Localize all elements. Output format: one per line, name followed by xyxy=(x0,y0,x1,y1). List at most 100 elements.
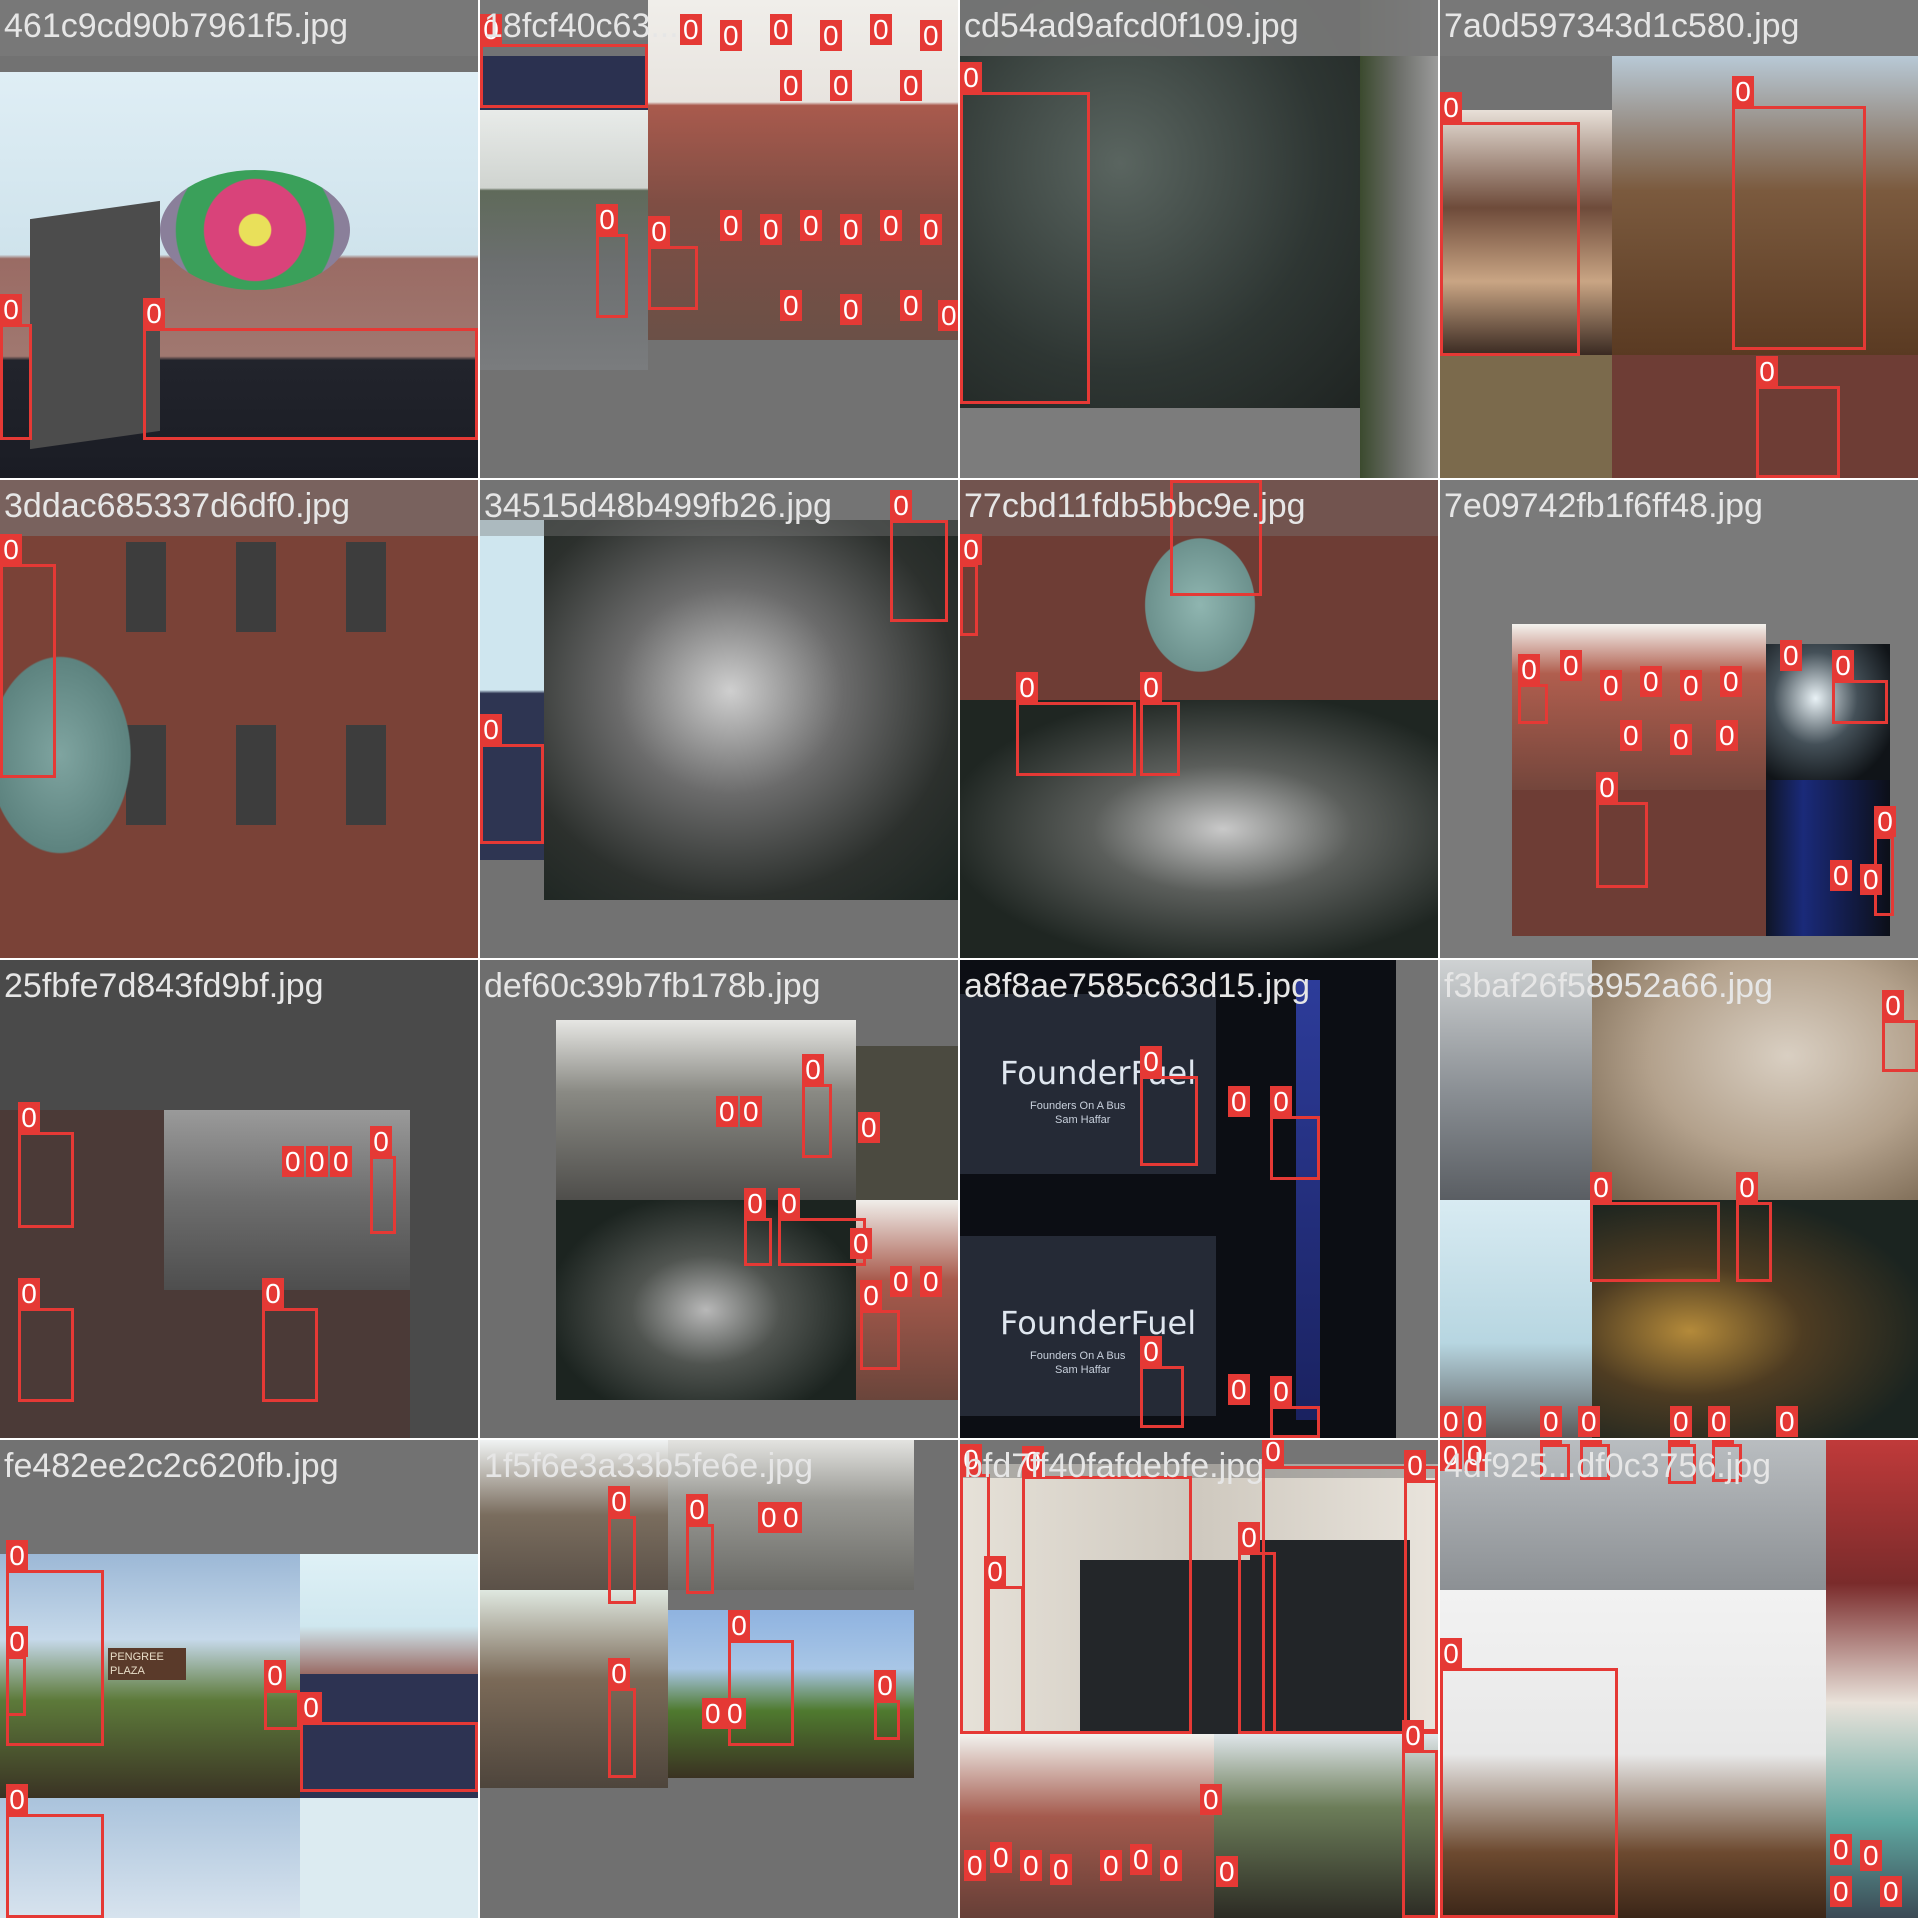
detection-box: 0 xyxy=(608,1658,636,1778)
photo-temple-crowd xyxy=(960,1734,1214,1918)
mosaic-tile-15[interactable]: 0 0 0 0 0 0 0 0 0 0 0 0 0 0 0 0 bfd7ff40… xyxy=(960,1440,1438,1918)
mosaic-tile-8[interactable]: 0 0 0 0 0 0 0 0 0 0 0 0 0 0 0 7e09742fb1… xyxy=(1440,480,1918,958)
mosaic-tile-12[interactable]: 0 0 0 0 0 0 0 0 0 0 f3baf26f58952a66.jpg xyxy=(1440,960,1918,1438)
detection-label: 0 xyxy=(143,298,165,329)
detection-label: 0 xyxy=(0,294,22,325)
detection-box: 0 xyxy=(1140,1336,1184,1428)
detection-label: 0 xyxy=(960,62,982,93)
detection-label: 0 xyxy=(1670,724,1692,755)
detection-label: 0 xyxy=(920,214,942,245)
detection-label: 0 xyxy=(1170,480,1192,481)
detection-label: 0 xyxy=(1402,1720,1424,1751)
detection-label: 0 xyxy=(990,1842,1012,1873)
mosaic-tile-9[interactable]: 0 0 0 0 0 0 0 25fbfe7d843fd9bf.jpg xyxy=(0,960,478,1438)
detection-label: 0 xyxy=(6,1540,28,1571)
detection-label: 0 xyxy=(1050,1854,1072,1885)
detection-label: 0 xyxy=(1560,650,1582,681)
detection-box: 0 xyxy=(596,204,628,318)
detection-label: 0 xyxy=(890,490,912,521)
mosaic-tile-10[interactable]: 0 0 0 0 0 0 0 0 0 0 def60c39b7fb178b.jpg xyxy=(480,960,958,1438)
detection-box: 0 xyxy=(18,1278,74,1402)
detection-box: 0 xyxy=(984,1556,1024,1734)
detection-label: 0 xyxy=(780,290,802,321)
photo-water xyxy=(1440,355,1612,478)
detection-box: 0 xyxy=(890,490,948,622)
mosaic-tile-7[interactable]: 0 0 0 0 77cbd11fdb5bbc9e.jpg xyxy=(960,480,1438,958)
tile-filename: a8f8ae7585c63d15.jpg xyxy=(964,967,1310,1005)
detection-label: 0 xyxy=(960,534,982,565)
mosaic-tile-1[interactable]: 0 0 461c9cd90b7961f5.jpg xyxy=(0,0,478,478)
detection-box: 0 xyxy=(1882,990,1918,1072)
sign-text: PENGREE PLAZA xyxy=(108,1648,186,1680)
detection-label: 0 xyxy=(1540,1406,1562,1437)
stage-column xyxy=(1296,980,1320,1420)
detection-label: 0 xyxy=(1640,666,1662,697)
detection-label: 0 xyxy=(1756,356,1778,387)
mosaic-tile-3[interactable]: 0 cd54ad9afcd0f109.jpg xyxy=(960,0,1438,478)
detection-label: 0 xyxy=(1262,1440,1284,1467)
detection-label: 0 xyxy=(1130,1844,1152,1875)
detection-label: 0 xyxy=(1832,650,1854,681)
detection-label: 0 xyxy=(370,1126,392,1157)
mosaic-tile-5[interactable]: 0 3ddac685337d6df0.jpg xyxy=(0,480,478,958)
detection-box: 0 xyxy=(960,534,982,636)
tree-strip xyxy=(1360,0,1438,478)
mosaic-tile-13[interactable]: PENGREE PLAZA 0 0 0 0 0 fe482ee2c2c620fb… xyxy=(0,1440,478,1918)
detection-box: 0 xyxy=(686,1494,714,1594)
tile-filename: f3baf26f58952a66.jpg xyxy=(1444,967,1773,1005)
detection-label: 0 xyxy=(1680,670,1702,701)
detection-label: 0 xyxy=(1712,1440,1734,1445)
detection-label: 0 xyxy=(1670,1406,1692,1437)
detection-label: 0 xyxy=(1620,720,1642,751)
detection-label: 0 xyxy=(1200,1784,1222,1815)
detection-label: 0 xyxy=(780,1502,802,1533)
window-row xyxy=(126,542,446,632)
detection-label: 0 xyxy=(1830,1834,1852,1865)
detection-box: 0 xyxy=(370,1126,396,1234)
detection-label: 0 xyxy=(1440,92,1462,123)
slide-line: Sam Haffar xyxy=(1055,1114,1111,1126)
tile-filename: 77cbd11fdb5bbc9e.jpg xyxy=(964,487,1306,525)
detection-label: 0 xyxy=(1216,1856,1238,1887)
detection-label: 0 xyxy=(0,534,22,565)
slide-line: Founders On A Bus xyxy=(1030,1350,1126,1362)
detection-label: 0 xyxy=(860,1280,882,1311)
mosaic-tile-4[interactable]: 0 0 0 7a0d597343d1c580.jpg xyxy=(1440,0,1918,478)
detection-box: 0 xyxy=(0,294,32,440)
detection-box: 0 xyxy=(1832,650,1888,724)
detection-box: 0 xyxy=(1016,672,1136,776)
detection-label: 0 xyxy=(1238,1522,1260,1553)
tile-filename: 7a0d597343d1c580.jpg xyxy=(1444,7,1800,45)
detection-box: 0 xyxy=(874,1670,900,1740)
mosaic-tile-2[interactable]: 0 0 0 0 0 0 0 0 0 0 0 0 0 0 0 0 0 0 0 0 … xyxy=(480,0,958,478)
detection-box: 0 xyxy=(262,1278,318,1402)
detection-label: 0 xyxy=(1880,1876,1902,1907)
tile-filename: 7e09742fb1f6ff48.jpg xyxy=(1444,487,1763,525)
detection-label: 0 xyxy=(964,1850,986,1881)
detection-box: 0 xyxy=(1238,1522,1276,1734)
detection-label: 0 xyxy=(1270,1376,1292,1407)
tile-filename: fe482ee2c2c620fb.jpg xyxy=(4,1447,339,1485)
tile-filename: 461c9cd90b7961f5.jpg xyxy=(4,7,349,45)
detection-label: 0 xyxy=(1020,1850,1042,1881)
detection-box: 0 xyxy=(1756,356,1840,478)
mosaic-tile-16[interactable]: 0 0 0 0 0 0 0 0 0 0 0 4df925...df0c3756.… xyxy=(1440,1440,1918,1918)
tile-filename: 18fcf40c63... xyxy=(484,7,679,45)
mosaic-tile-14[interactable]: 0 0 0 0 0 0 0 0 0 1f5f6e3a33b5fe6e.jpg xyxy=(480,1440,958,1918)
detection-box: 0 xyxy=(480,14,648,108)
detection-label: 0 xyxy=(874,1670,896,1701)
detection-label: 0 xyxy=(1716,720,1738,751)
tile-filename: bfd7ff40fafdebfe.jpg xyxy=(964,1447,1264,1485)
detection-label: 0 xyxy=(262,1278,284,1309)
building-wall xyxy=(30,200,160,450)
detection-label: 0 xyxy=(1140,1336,1162,1367)
mosaic-tile-11[interactable]: FounderFuel Founders On A Bus Sam Haffar… xyxy=(960,960,1438,1438)
detection-label: 0 xyxy=(1708,1406,1730,1437)
mosaic-tile-6[interactable]: 0 0 34515d48b499fb26.jpg xyxy=(480,480,958,958)
detection-box: 0 xyxy=(300,1692,478,1792)
detection-label: 0 xyxy=(1860,864,1882,895)
detection-label: 0 xyxy=(1732,76,1754,107)
detection-box: 0 xyxy=(18,1102,74,1228)
detection-mosaic-grid: 0 0 461c9cd90b7961f5.jpg 0 0 0 0 0 0 0 0… xyxy=(0,0,1920,1920)
detection-label: 0 xyxy=(850,1228,872,1259)
